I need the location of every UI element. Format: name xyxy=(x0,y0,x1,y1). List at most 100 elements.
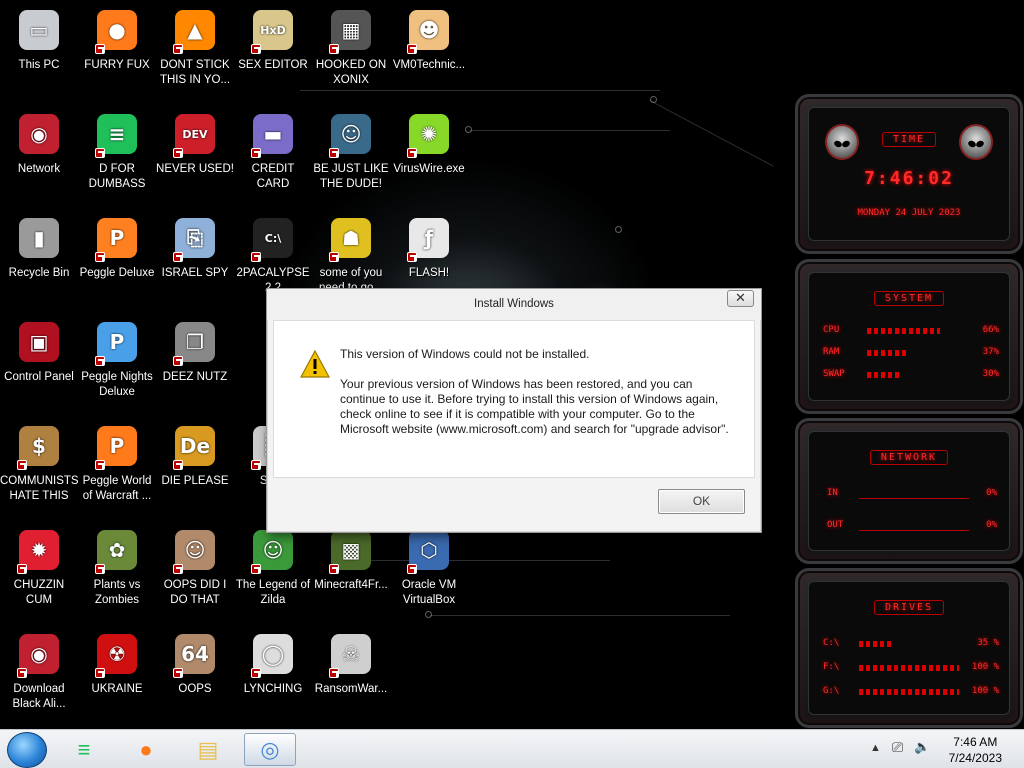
desktop-icon[interactable]: DEV NEVER USED! xyxy=(156,104,234,204)
desktop-icon[interactable]: ❐ DEEZ NUTZ xyxy=(156,312,234,412)
gadget-date: MONDAY 24 JULY 2023 xyxy=(857,208,961,218)
zelda-icon: ☺ xyxy=(249,526,297,574)
desktop-icon-label: HOOKED ON XONIX xyxy=(315,59,387,86)
desktop-icon[interactable]: ● FURRY FUX xyxy=(78,0,156,100)
network-gadget-title: NETWORK xyxy=(869,450,949,465)
desktop-icon[interactable]: ✹ CHUZZIN CUM xyxy=(0,520,78,620)
desktop-icon[interactable]: ▬ CREDIT CARD CHECKER xyxy=(234,104,312,204)
desktop-icon-label: UKRAINE xyxy=(91,683,143,695)
shortcut-arrow-icon xyxy=(95,460,105,470)
desktop-icon-label: VM0Technic... xyxy=(392,59,466,71)
shortcut-arrow-icon xyxy=(95,356,105,366)
desktop-icon[interactable]: ▲ DONT STICK THIS IN YO... xyxy=(156,0,234,100)
desktop-icon[interactable]: De DIE PLEASE xyxy=(156,416,234,516)
dialog-titlebar[interactable]: Install Windows ✕ xyxy=(267,289,761,320)
desktop-icon-label: This PC xyxy=(18,59,60,71)
desktop-icon[interactable]: ☺ BE JUST LIKE THE DUDE! xyxy=(312,104,390,204)
desktop-icon[interactable]: ✺ VirusWire.exe xyxy=(390,104,468,204)
lime-icon: ✺ xyxy=(405,110,453,158)
drive-label: G:\ xyxy=(823,686,840,696)
noose-icon: ◯ xyxy=(249,630,297,678)
desktop-icon[interactable]: ▩ Minecraft4Fr... xyxy=(312,520,390,620)
install-windows-dialog[interactable]: Install Windows ✕ This version of Window… xyxy=(266,288,762,533)
drives-gadget-title: DRIVES xyxy=(873,600,945,615)
taskbar-windows-setup[interactable]: ◎ xyxy=(244,733,296,766)
desktop-icon-label: CREDIT CARD CHECKER xyxy=(251,163,295,190)
firefox-icon: ● xyxy=(93,6,141,54)
shortcut-arrow-icon xyxy=(173,252,183,262)
doctor-icon: ☻ xyxy=(405,6,453,54)
desktop-icon-label: Peggle Nights Deluxe xyxy=(81,371,153,398)
network-spy-icon: ⎘ xyxy=(171,214,219,262)
desktop-icon[interactable]: ▣ Control Panel xyxy=(0,312,78,412)
credit-card-icon: ▬ xyxy=(249,110,297,158)
taskbar-firefox[interactable]: ● xyxy=(120,733,172,766)
network-tray-icon[interactable]: ⎚ xyxy=(892,739,903,756)
shortcut-arrow-icon xyxy=(329,252,339,262)
desktop-icon[interactable]: ☺ OOPS DID I DO THAT xyxy=(156,520,234,620)
desktop-icon[interactable]: ☢ UKRAINE xyxy=(78,624,156,724)
system-stat-value: 30% xyxy=(982,369,999,379)
desktop-icon[interactable]: ☠ RansomWar... xyxy=(312,624,390,724)
desktop-icon[interactable]: ▮ Recycle Bin xyxy=(0,208,78,308)
control-panel-icon: ▣ xyxy=(15,318,63,366)
system-gadget[interactable]: SYSTEM CPU 66% RAM 37% SWAP 30% xyxy=(795,259,1023,414)
desktop-icon[interactable]: 64 OOPS xyxy=(156,624,234,724)
time-gadget[interactable]: TIME 7:46:02 MONDAY 24 JULY 2023 xyxy=(795,94,1023,254)
desktop-icon[interactable]: ▭ This PC xyxy=(0,0,78,100)
desktop-icon[interactable]: ◉ Download Black Ali... xyxy=(0,624,78,724)
desktop-icon[interactable]: ▦ HOOKED ON XONIX xyxy=(312,0,390,100)
network-gadget[interactable]: NETWORK IN 0% OUT 0% xyxy=(795,418,1023,564)
ok-button[interactable]: OK xyxy=(658,489,745,514)
desktop-icon[interactable]: ☻ VM0Technic... xyxy=(390,0,468,100)
drives-gadget[interactable]: DRIVES C:\ 35 % F:\ 100 % G:\ 100 % xyxy=(795,568,1023,728)
taskbar: ≡ ● ▤ ◎ ▲ ⎚ 🔈 7:46 AM 7/24/2023 xyxy=(0,729,1024,768)
shortcut-arrow-icon xyxy=(251,44,261,54)
drive-usage-value: 100 % xyxy=(971,662,999,672)
desktop-icon-label: FLASH! xyxy=(408,267,450,279)
desktop-icon[interactable]: P Peggle Deluxe xyxy=(78,208,156,308)
desktop-icon[interactable]: ⬡ Oracle VM VirtualBox xyxy=(390,520,468,620)
start-button[interactable] xyxy=(7,732,47,768)
desktop-icon[interactable]: ☺ The Legend of Zilda xyxy=(234,520,312,620)
desktop-icon[interactable]: ⎘ ISRAEL SPY xyxy=(156,208,234,308)
taskbar-clock[interactable]: 7:46 AM 7/24/2023 xyxy=(949,734,1002,766)
drives-gadget-screen: DRIVES C:\ 35 % F:\ 100 % G:\ 100 % xyxy=(808,581,1010,715)
green-chat-icon: ≡ xyxy=(77,736,91,762)
system-stat-bar xyxy=(867,372,900,378)
wallpaper-line xyxy=(470,130,670,131)
network-out-value: 0% xyxy=(986,520,997,530)
desktop-icon-label: RansomWar... xyxy=(314,683,388,695)
time-gadget-title: TIME xyxy=(881,132,937,147)
desktop-icon-label: Minecraft4Fr... xyxy=(314,579,388,591)
shortcut-arrow-icon xyxy=(407,252,417,262)
time-gadget-screen: TIME 7:46:02 MONDAY 24 JULY 2023 xyxy=(808,107,1010,241)
desktop-icon[interactable]: $ COMMUNISTS HATE THIS G... xyxy=(0,416,78,516)
drive-usage-bar xyxy=(859,641,894,647)
shortcut-arrow-icon xyxy=(95,148,105,158)
alien-head-icon xyxy=(959,124,993,160)
desktop-icon[interactable]: HxD SEX EDITOR xyxy=(234,0,312,100)
computer-icon: ▭ xyxy=(15,6,63,54)
desktop-icon[interactable]: P Peggle Nights Deluxe xyxy=(78,312,156,412)
volume-tray-icon[interactable]: 🔈 xyxy=(914,739,930,755)
peggle-wow-icon: P xyxy=(93,422,141,470)
shortcut-arrow-icon xyxy=(173,460,183,470)
desktop-icon-label: Peggle Deluxe xyxy=(79,267,155,279)
desktop-icon[interactable]: ✿ Plants vs Zombies xyxy=(78,520,156,620)
taskbar-file-explorer[interactable]: ▤ xyxy=(182,733,234,766)
desktop-icon[interactable]: ◉ Network xyxy=(0,104,78,204)
shortcut-arrow-icon xyxy=(407,148,417,158)
show-hidden-icons-button[interactable]: ▲ xyxy=(870,742,881,754)
plants-vs-zombies-icon: ✿ xyxy=(93,526,141,574)
desktop-icon[interactable]: ◯ LYNCHING xyxy=(234,624,312,724)
close-button[interactable]: ✕ xyxy=(727,290,754,307)
taskbar-chat-app[interactable]: ≡ xyxy=(58,733,110,766)
desktop-icon[interactable]: ≡ D FOR DUMBASS xyxy=(78,104,156,204)
desktop-icon[interactable]: P Peggle World of Warcraft ... xyxy=(78,416,156,516)
recycle-bin-icon: ▮ xyxy=(15,214,63,262)
gadget-time: 7:46:02 xyxy=(864,168,954,189)
shortcut-arrow-icon xyxy=(95,564,105,574)
desktop-icon-label: Control Panel xyxy=(4,371,74,383)
drive-usage-bar xyxy=(859,689,959,695)
